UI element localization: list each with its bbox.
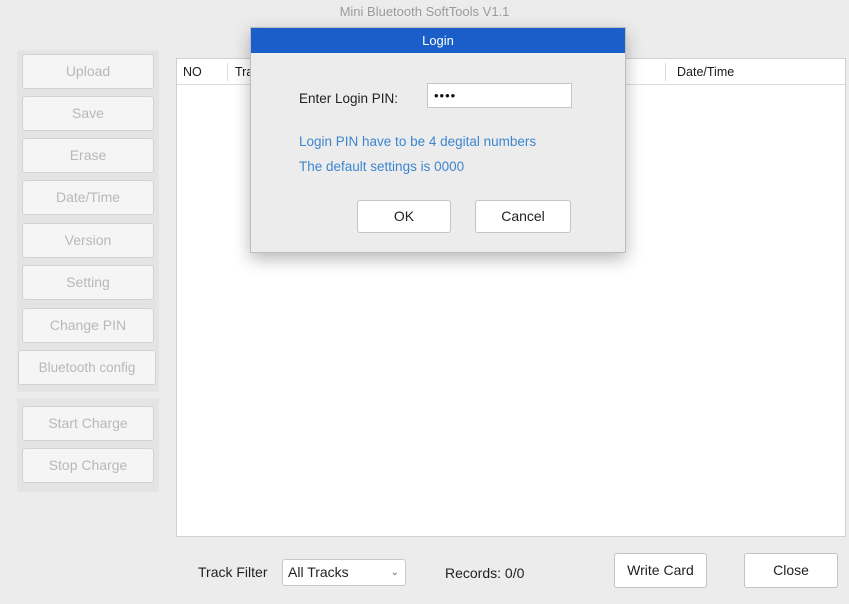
erase-button[interactable]: Erase bbox=[22, 138, 154, 173]
upload-button[interactable]: Upload bbox=[22, 54, 154, 89]
bottom-bar: Track Filter All Tracks ⌄ Records: 0/0 W… bbox=[176, 545, 846, 593]
track-filter-value: All Tracks bbox=[288, 564, 349, 580]
date-time-button[interactable]: Date/Time bbox=[22, 180, 154, 215]
setting-button[interactable]: Setting bbox=[22, 265, 154, 300]
chevron-down-icon: ⌄ bbox=[390, 567, 399, 578]
column-header-date-time[interactable]: Date/Time bbox=[677, 59, 734, 85]
track-filter-label: Track Filter bbox=[198, 564, 268, 580]
sidebar-divider bbox=[17, 392, 159, 398]
column-divider bbox=[227, 63, 228, 81]
column-header-no[interactable]: NO bbox=[183, 59, 202, 85]
sidebar: Upload Save Erase Date/Time Version Sett… bbox=[17, 50, 159, 492]
stop-charge-button[interactable]: Stop Charge bbox=[22, 448, 154, 483]
ok-button[interactable]: OK bbox=[357, 200, 451, 233]
app-window: Mini Bluetooth SoftTools V1.1 Upload Sav… bbox=[0, 0, 849, 604]
close-button[interactable]: Close bbox=[744, 553, 838, 588]
version-button[interactable]: Version bbox=[22, 223, 154, 258]
column-divider bbox=[665, 63, 666, 81]
records-count: Records: 0/0 bbox=[445, 565, 525, 581]
start-charge-button[interactable]: Start Charge bbox=[22, 406, 154, 441]
dialog-title: Login bbox=[251, 28, 625, 53]
login-dialog: Login Enter Login PIN: •••• Login PIN ha… bbox=[250, 27, 626, 253]
pin-input[interactable]: •••• bbox=[427, 83, 572, 108]
save-button[interactable]: Save bbox=[22, 96, 154, 131]
track-filter-select[interactable]: All Tracks ⌄ bbox=[282, 559, 406, 586]
cancel-button[interactable]: Cancel bbox=[475, 200, 571, 233]
window-title: Mini Bluetooth SoftTools V1.1 bbox=[339, 4, 510, 19]
pin-hint-text: Login PIN have to be 4 degital numbers bbox=[299, 134, 537, 149]
bluetooth-config-button[interactable]: Bluetooth config bbox=[18, 350, 156, 385]
write-card-button[interactable]: Write Card bbox=[614, 553, 707, 588]
pin-label: Enter Login PIN: bbox=[299, 91, 399, 106]
change-pin-button[interactable]: Change PIN bbox=[22, 308, 154, 343]
default-pin-hint-text: The default settings is 0000 bbox=[299, 159, 465, 174]
